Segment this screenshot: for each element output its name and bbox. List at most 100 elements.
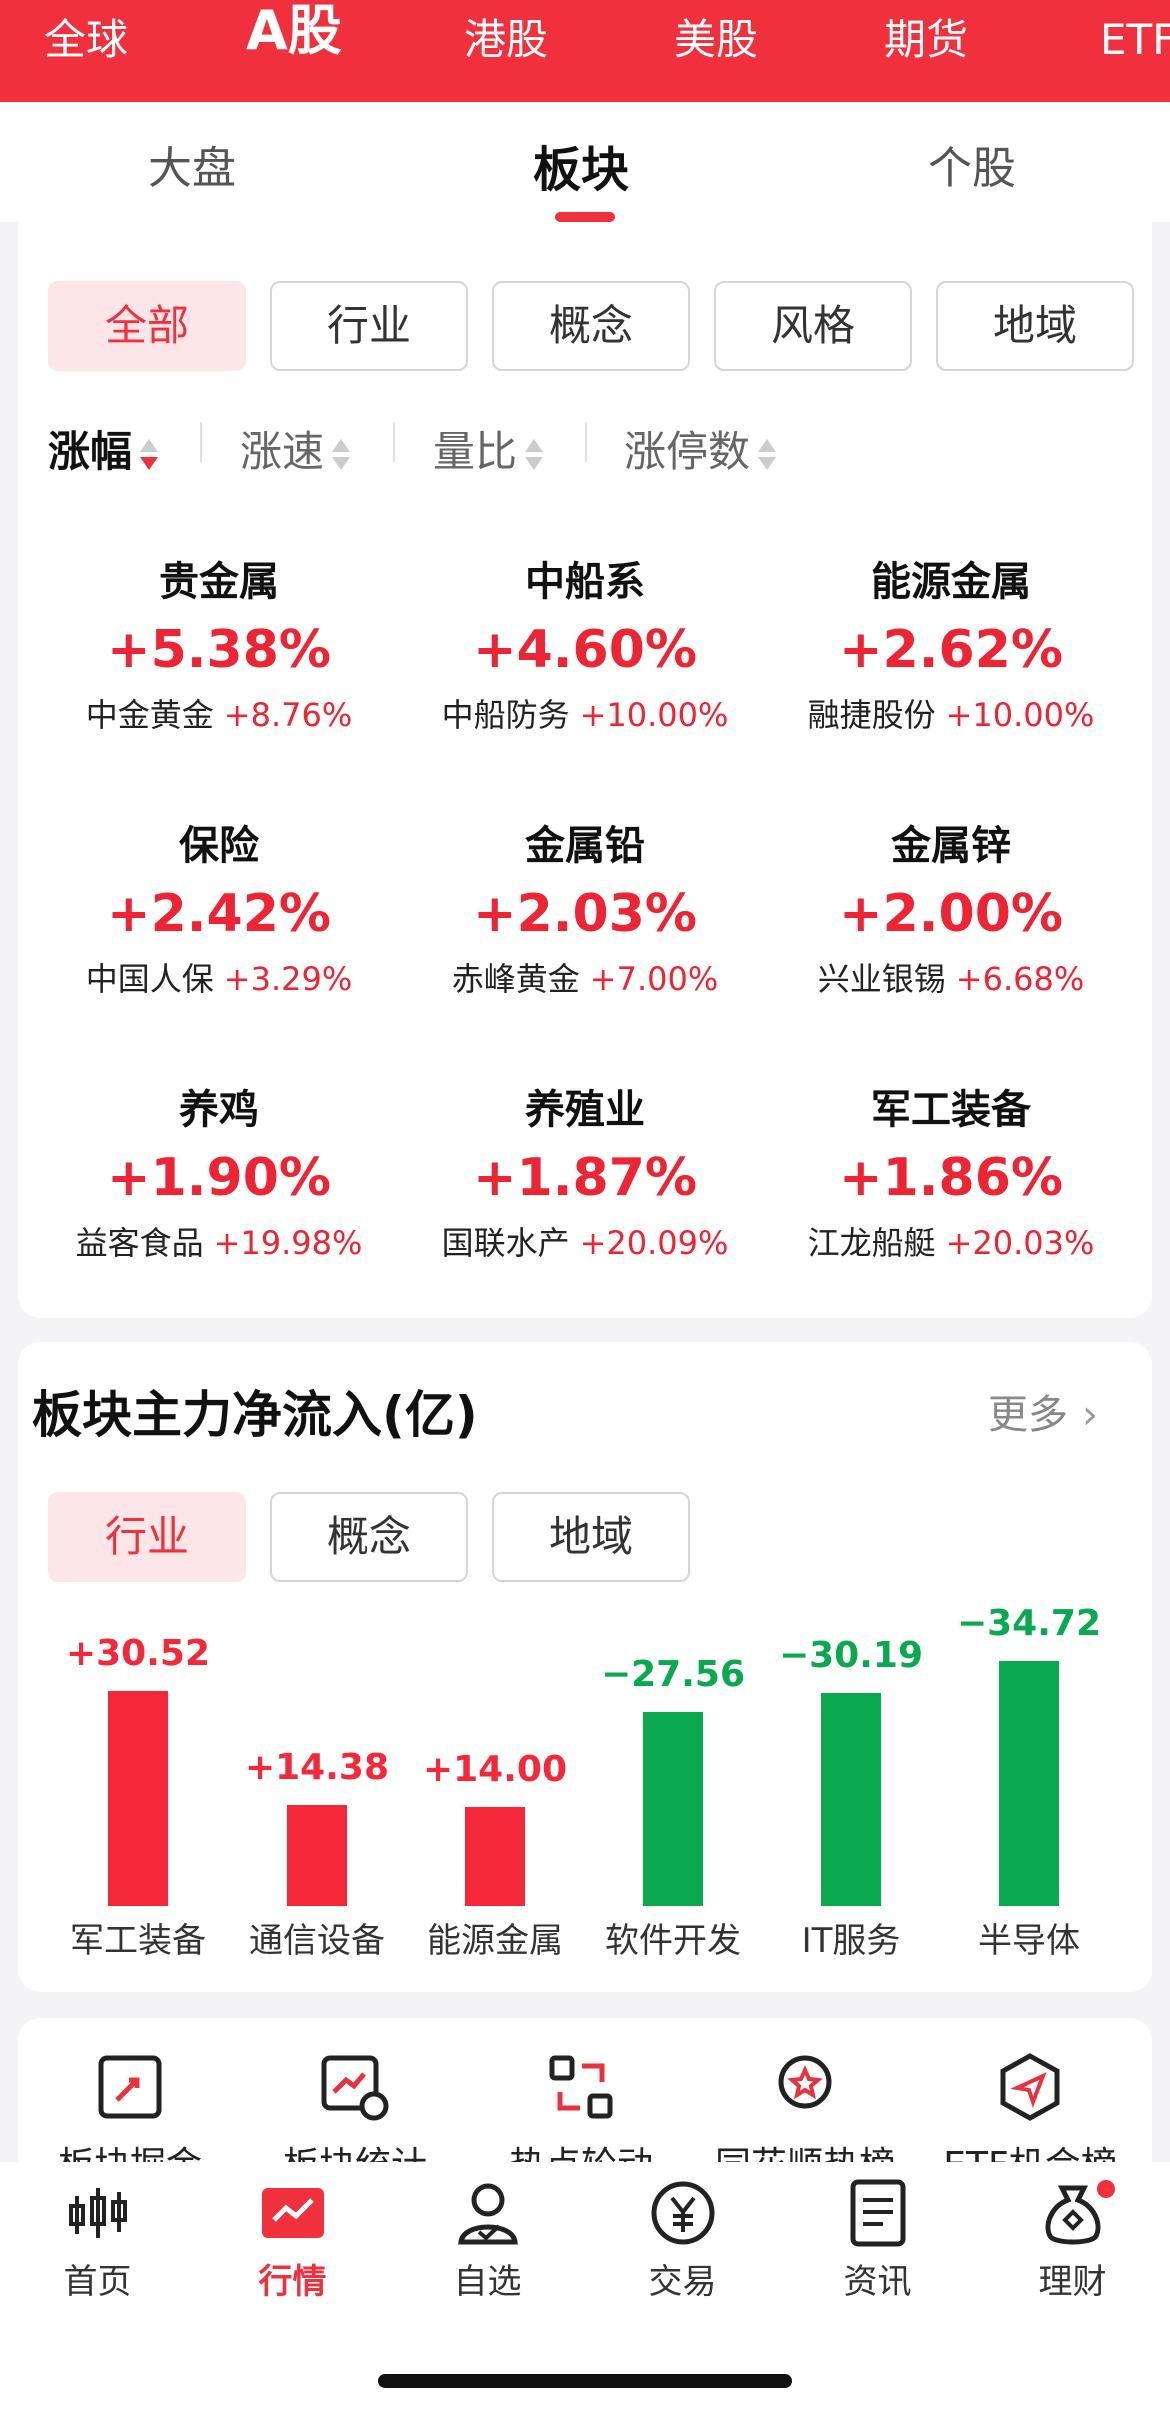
sector-item[interactable]: 金属锌 +2.00% 兴业银锡 +6.68% <box>768 818 1134 1004</box>
nav-trade[interactable]: 交易 <box>585 2178 780 2303</box>
sector-change: +2.62% <box>839 620 1063 680</box>
flow-bar-value: +30.52 <box>65 1633 211 1674</box>
market-tab-a-share[interactable]: A股 <box>246 0 342 80</box>
filter-style[interactable]: 风格 <box>714 281 912 371</box>
sector-item[interactable]: 中船系 +4.60% 中船防务 +10.00% <box>402 554 768 740</box>
filter-region[interactable]: 地域 <box>936 281 1134 371</box>
divider <box>585 422 587 462</box>
sector-item[interactable]: 能源金属 +2.62% 融捷股份 +10.00% <box>768 554 1134 740</box>
flow-bar[interactable] <box>643 1712 703 1906</box>
sector-change: +5.38% <box>107 620 331 680</box>
sort-limit-up[interactable]: 涨停数 <box>624 418 777 479</box>
market-tab-hk[interactable]: 港股 <box>464 0 548 80</box>
sort-limit-up-label: 涨停数 <box>624 427 751 476</box>
rotate-squares-icon <box>549 2055 613 2119</box>
flow-bar-category: 半导体 <box>978 1921 1080 1961</box>
filter-industry[interactable]: 行业 <box>270 281 468 371</box>
chevron-right-icon: › <box>1082 1392 1098 1438</box>
sort-change[interactable]: 涨幅 <box>48 418 159 479</box>
sector-leader: 兴业银锡 +6.68% <box>768 954 1134 1004</box>
active-tab-indicator <box>555 212 615 222</box>
leader-change: +10.00% <box>945 696 1095 734</box>
leader-change: +7.00% <box>589 960 719 998</box>
sector-item[interactable]: 保险 +2.42% 中国人保 +3.29% <box>36 818 402 1004</box>
nav-label: 资讯 <box>843 2262 912 2302</box>
flow-bar[interactable] <box>465 1807 525 1906</box>
sort-arrows-icon <box>525 437 544 473</box>
tool-etf-opportunity[interactable]: ETF机会榜 <box>915 2052 1145 2162</box>
flow-bar-value: +14.00 <box>422 1749 568 1790</box>
tool-label: 板块掘金 <box>15 2136 245 2162</box>
sector-item[interactable]: 养殖业 +1.87% 国联水产 +20.09% <box>402 1082 768 1268</box>
nav-home[interactable]: 首页 <box>0 2178 195 2303</box>
nav-watchlist[interactable]: 自选 <box>390 2178 585 2303</box>
candlestick-icon <box>68 2188 127 2238</box>
nav-news[interactable]: 资讯 <box>780 2178 975 2303</box>
more-label: 更多 <box>988 1392 1068 1438</box>
flow-tab-region[interactable]: 地域 <box>492 1492 690 1582</box>
market-tab-global[interactable]: 全球 <box>44 0 128 80</box>
sector-item[interactable]: 军工装备 +1.86% 江龙船艇 +20.03% <box>768 1082 1134 1268</box>
nav-wealth[interactable]: 理财 <box>975 2178 1170 2303</box>
filter-concept[interactable]: 概念 <box>492 281 690 371</box>
sector-name: 能源金属 <box>871 559 1031 605</box>
trend-chart-icon <box>261 2188 324 2238</box>
sector-leader: 江龙船艇 +20.03% <box>768 1218 1134 1268</box>
sector-item[interactable]: 贵金属 +5.38% 中金黄金 +8.76% <box>36 554 402 740</box>
flow-tab-industry[interactable]: 行业 <box>48 1492 246 1582</box>
flow-bar-category: 软件开发 <box>605 1921 741 1961</box>
sort-volume-ratio[interactable]: 量比 <box>433 418 544 479</box>
sector-item[interactable]: 金属铅 +2.03% 赤峰黄金 +7.00% <box>402 818 768 1004</box>
leader-name: 江龙船艇 <box>807 1224 936 1262</box>
sector-name: 金属铅 <box>525 823 645 869</box>
sector-leader: 赤峰黄金 +7.00% <box>402 954 768 1004</box>
award-star-icon <box>778 2055 832 2109</box>
market-tab-futures[interactable]: 期货 <box>884 0 968 80</box>
tab-stocks[interactable]: 个股 <box>928 132 1016 196</box>
tab-overview[interactable]: 大盘 <box>148 132 236 196</box>
sort-speed-label: 涨速 <box>240 427 325 476</box>
sector-change: +2.00% <box>839 884 1063 944</box>
nav-market[interactable]: 行情 <box>195 2178 390 2303</box>
flow-bar[interactable] <box>999 1661 1059 1906</box>
sort-arrows-icon <box>332 437 351 473</box>
flow-bar-category: IT服务 <box>801 1921 901 1961</box>
sort-volume-ratio-label: 量比 <box>433 427 518 476</box>
nav-label: 自选 <box>453 2262 522 2302</box>
leader-change: +3.29% <box>223 960 353 998</box>
tab-sectors[interactable]: 板块 <box>533 130 629 200</box>
sector-item[interactable]: 养鸡 +1.90% 益客食品 +19.98% <box>36 1082 402 1268</box>
leader-name: 中船防务 <box>441 696 570 734</box>
rocket-chart-icon <box>98 2055 162 2119</box>
leader-name: 中国人保 <box>85 960 214 998</box>
sort-speed[interactable]: 涨速 <box>240 418 351 479</box>
leader-change: +20.09% <box>579 1224 729 1262</box>
tool-sector-mining[interactable]: 板块掘金 <box>15 2052 245 2162</box>
leader-name: 益客食品 <box>75 1224 204 1262</box>
flow-bar[interactable] <box>108 1691 168 1906</box>
flow-tab-concept[interactable]: 概念 <box>270 1492 468 1582</box>
tool-hot-rotation[interactable]: 热点轮动 <box>466 2052 696 2162</box>
tool-label: 板块统计 <box>240 2136 470 2162</box>
sector-leader: 中船防务 +10.00% <box>402 690 768 740</box>
filter-all[interactable]: 全部 <box>48 281 246 371</box>
sort-arrows-icon <box>140 437 159 473</box>
tool-hot-list[interactable]: 同花顺热榜 <box>690 2052 920 2162</box>
market-tab-us[interactable]: 美股 <box>674 0 758 80</box>
nav-label: 交易 <box>648 2262 717 2302</box>
sector-name: 养殖业 <box>525 1087 645 1133</box>
news-doc-icon <box>850 2179 905 2247</box>
navigation-hexagon-icon <box>1000 2053 1060 2121</box>
sector-name: 军工装备 <box>871 1087 1031 1133</box>
sector-leader: 中金黄金 +8.76% <box>36 690 402 740</box>
yen-coin-icon <box>651 2181 714 2245</box>
flow-bar[interactable] <box>821 1693 881 1906</box>
flow-bar-category: 能源金属 <box>427 1921 563 1961</box>
market-tab-bar: 全球 A股 港股 美股 期货 ETF <box>0 0 1170 102</box>
market-tab-etf[interactable]: ETF <box>1100 0 1170 80</box>
sector-name: 保险 <box>179 823 259 869</box>
sort-arrows-icon <box>758 437 777 473</box>
flow-bar[interactable] <box>287 1805 347 1906</box>
more-link[interactable]: 更多 › <box>988 1382 1098 1440</box>
tool-sector-stats[interactable]: 板块统计 <box>240 2052 470 2162</box>
